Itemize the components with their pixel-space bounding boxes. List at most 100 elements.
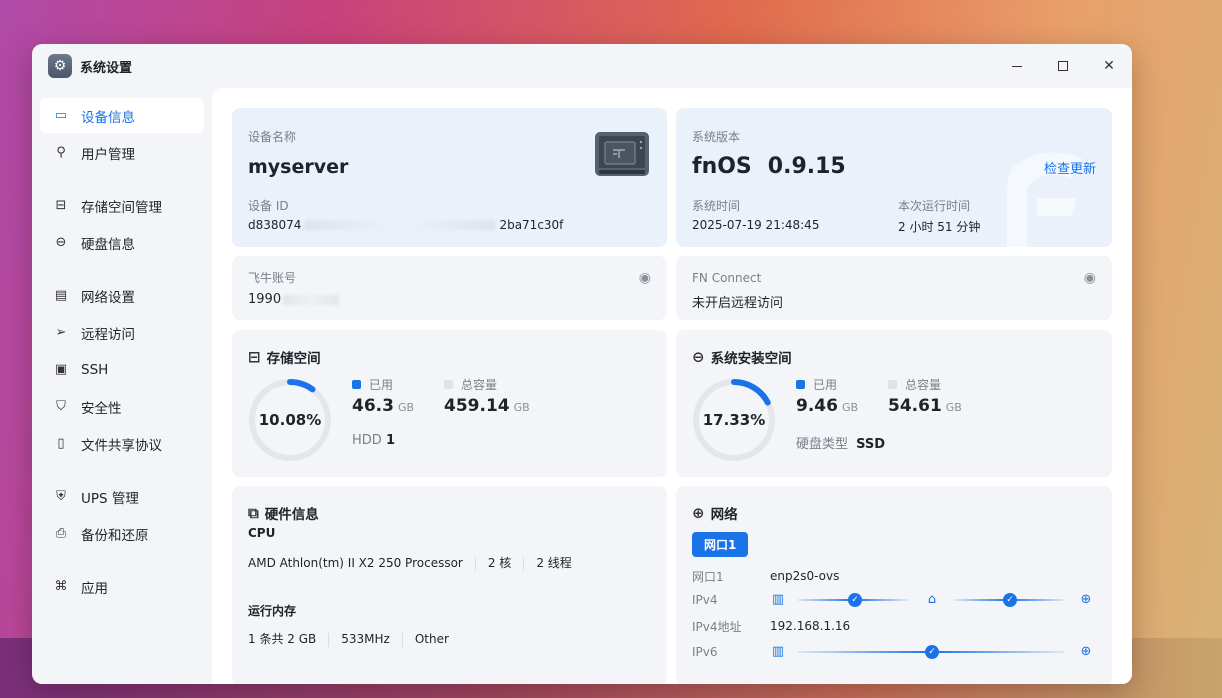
memory-info: 1 条共 2 GB 533MHz Other bbox=[248, 630, 449, 647]
system-used-value: 9.46 bbox=[796, 396, 838, 416]
system-version: fnOS 0.9.15 bbox=[692, 154, 846, 179]
account-number: 1990 bbox=[248, 292, 282, 307]
check-icon: ✓ bbox=[1003, 593, 1017, 607]
port-value: enp2s0-ovs bbox=[770, 569, 840, 583]
sidebar-item-disk[interactable]: ⊖ 硬盘信息 bbox=[40, 225, 204, 260]
ipv4-address-row: IPv4地址 192.168.1.16 bbox=[692, 616, 1096, 636]
user-icon: ⚲ bbox=[56, 145, 66, 160]
nas-device-icon bbox=[595, 132, 649, 176]
account-mask bbox=[283, 294, 340, 305]
sidebar: ▭ 设备信息 ⚲ 用户管理 ⊟ 存储空间管理 ⊖ 硬盘信息 ▤ 网络设置 ➢ 远… bbox=[32, 88, 212, 684]
settings-window: ⚙ 系统设置 ✕ ▭ 设备信息 ⚲ 用户管理 ⊟ 存储空间管理 ⊖ 硬盘信息 ▤… bbox=[32, 44, 1132, 684]
memory-label: 运行内存 bbox=[248, 604, 297, 618]
sidebar-item-device-info[interactable]: ▭ 设备信息 bbox=[40, 98, 204, 133]
disk-icon: ⊖ bbox=[692, 348, 705, 366]
sidebar-item-security[interactable]: ⛉ 安全性 bbox=[40, 389, 204, 424]
sidebar-item-network[interactable]: ▤ 网络设置 bbox=[40, 278, 204, 313]
window-title: 系统设置 bbox=[80, 60, 133, 76]
system-version-card: 系统版本 fnOS 0.9.15 检查更新 系统时间 2025-07-19 21… bbox=[676, 108, 1112, 247]
system-total-label: 总容量 bbox=[905, 378, 942, 392]
globe-icon: ⊕ bbox=[692, 504, 705, 522]
sidebar-item-label: 存储空间管理 bbox=[81, 199, 162, 216]
nas-port-icon: ▥ bbox=[771, 644, 785, 659]
storage-total-unit: GB bbox=[513, 401, 530, 414]
sidebar-item-label: 应用 bbox=[81, 580, 108, 597]
nas-port-icon: ▥ bbox=[771, 592, 785, 607]
uptime: 2 小时 51 分钟 bbox=[898, 220, 981, 234]
sidebar-item-label: 网络设置 bbox=[81, 289, 135, 306]
tab-port-1[interactable]: 网口1 bbox=[692, 532, 749, 557]
device-id-mask bbox=[305, 220, 496, 230]
storage-title-text: 存储空间 bbox=[266, 351, 321, 367]
system-used-unit: GB bbox=[841, 401, 859, 414]
ipv4-address-label: IPv4地址 bbox=[692, 619, 742, 634]
account-label: 飞牛账号 bbox=[248, 271, 297, 285]
cpu-model: AMD Athlon(tm) II X2 250 Processor bbox=[248, 556, 463, 570]
close-button[interactable]: ✕ bbox=[1086, 44, 1132, 88]
storage-percent: 10.08% bbox=[258, 411, 322, 429]
internet-globe-icon: ⊕ bbox=[1080, 592, 1092, 607]
device-id-label: 设备 ID bbox=[248, 199, 289, 213]
system-space-used: 已用 9.46 GB bbox=[796, 376, 858, 416]
system-space-title-text: 系统安装空间 bbox=[710, 351, 792, 367]
account-card: 飞牛账号 1990 ◉ bbox=[232, 256, 667, 320]
cpu-threads: 2 线程 bbox=[536, 556, 572, 570]
os-version: 0.9.15 bbox=[767, 154, 846, 179]
main-content: 设备名称 myserver 设备 ID d838074 2ba71c30f 系统… bbox=[212, 88, 1132, 684]
hardware-icon: ⧉ bbox=[248, 504, 259, 522]
hdd-label: HDD bbox=[352, 433, 382, 448]
sidebar-item-label: 文件共享协议 bbox=[81, 437, 162, 454]
ipv4-address-value: 192.168.1.16 bbox=[770, 619, 851, 633]
sidebar-item-storage[interactable]: ⊟ 存储空间管理 bbox=[40, 188, 204, 223]
show-fn-connect-eye-icon[interactable]: ◉ bbox=[1084, 270, 1096, 286]
internet-globe-icon: ⊕ bbox=[1080, 644, 1092, 659]
ups-icon: ⛨ bbox=[56, 489, 66, 504]
maximize-button[interactable] bbox=[1040, 44, 1086, 88]
sidebar-item-file-sharing[interactable]: ▯ 文件共享协议 bbox=[40, 426, 204, 461]
cpu-cores: 2 核 bbox=[487, 556, 512, 570]
hardware-title-text: 硬件信息 bbox=[264, 507, 319, 523]
check-icon: ✓ bbox=[925, 645, 939, 659]
close-icon: ✕ bbox=[1103, 58, 1115, 74]
check-update-link[interactable]: 检查更新 bbox=[1044, 158, 1096, 177]
minimize-button[interactable] bbox=[994, 44, 1040, 88]
device-id-end: 2ba71c30f bbox=[499, 218, 564, 232]
storage-used-legend: 已用 bbox=[352, 376, 414, 393]
storage-used-value: 46.3 bbox=[352, 396, 394, 416]
system-space-card: ⊖ 系统安装空间 17.33% 已用 9.46 GB 总容量 54.61 GB 硬盘… bbox=[676, 330, 1112, 477]
sidebar-item-label: 用户管理 bbox=[81, 146, 135, 163]
sidebar-item-label: 硬盘信息 bbox=[81, 236, 135, 253]
system-time: 2025-07-19 21:48:45 bbox=[692, 218, 820, 232]
minimize-icon bbox=[1012, 65, 1022, 67]
storage-used-label: 已用 bbox=[369, 378, 394, 392]
network-card: ⊕ 网络 网口1 网口1 enp2s0-ovs IPv4 ▥ ✓ ⌂ ✓ ⊕ I… bbox=[676, 486, 1112, 684]
hardware-title: ⧉ 硬件信息 bbox=[248, 503, 319, 523]
cpu-label: CPU bbox=[248, 526, 276, 540]
network-title-text: 网络 bbox=[710, 507, 738, 523]
sidebar-item-ups[interactable]: ⛨ UPS 管理 bbox=[40, 479, 204, 514]
system-version-label: 系统版本 bbox=[692, 130, 741, 144]
system-used-legend: 已用 bbox=[796, 376, 858, 393]
storage-total-label: 总容量 bbox=[461, 378, 498, 392]
sidebar-item-ssh[interactable]: ▣ SSH bbox=[40, 352, 204, 387]
storage-card: ⊟ 存储空间 10.08% 已用 46.3 GB 总容量 459.14 GB HDD bbox=[232, 330, 667, 477]
system-total-unit: GB bbox=[945, 401, 962, 414]
device-id: d838074 2ba71c30f bbox=[248, 218, 563, 232]
fn-connect-label: FN Connect bbox=[692, 271, 762, 285]
sidebar-item-remote[interactable]: ➢ 远程访问 bbox=[40, 315, 204, 350]
device-name: myserver bbox=[248, 156, 349, 178]
show-account-eye-icon[interactable]: ◉ bbox=[639, 270, 651, 286]
disk-type-value: SSD bbox=[856, 437, 886, 452]
sidebar-item-label: UPS 管理 bbox=[81, 490, 139, 507]
system-total-value: 54.61 bbox=[888, 396, 942, 416]
sidebar-item-users[interactable]: ⚲ 用户管理 bbox=[40, 135, 204, 170]
system-space-percent: 17.33% bbox=[702, 411, 766, 429]
sidebar-item-backup[interactable]: ⎙ 备份和还原 bbox=[40, 516, 204, 551]
memory-type: Other bbox=[414, 632, 449, 646]
sidebar-item-apps[interactable]: ⌘ 应用 bbox=[40, 569, 204, 604]
hdd-value: 1 bbox=[385, 433, 395, 448]
device-id-start: d838074 bbox=[248, 218, 302, 232]
ipv4-label: IPv4 bbox=[692, 593, 718, 607]
storage-used-unit: GB bbox=[397, 401, 415, 414]
window-controls: ✕ bbox=[994, 44, 1132, 88]
